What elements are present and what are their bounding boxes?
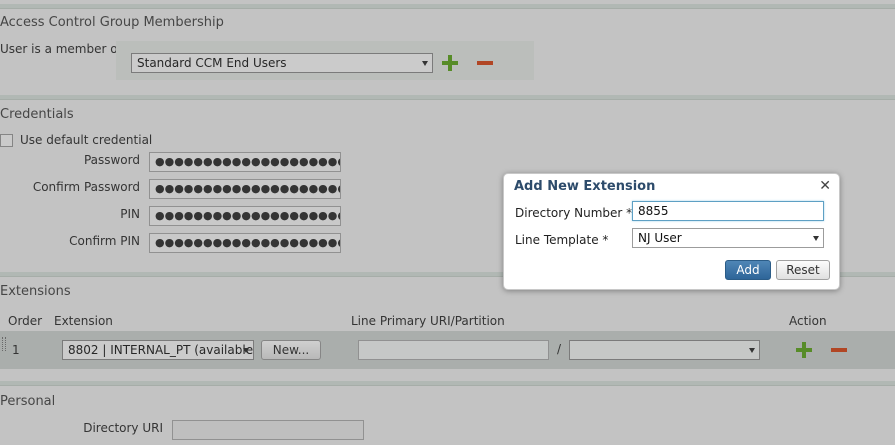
extensions-table-header: Order Extension Line Primary URI/Partiti…	[0, 313, 895, 331]
chevron-down-icon	[749, 348, 755, 353]
use-default-credential-checkbox[interactable]	[0, 134, 13, 147]
chevron-down-icon	[243, 348, 249, 353]
extension-select-value: 8802 | INTERNAL_PT (available	[68, 343, 254, 357]
drag-handle-icon[interactable]	[2, 337, 6, 351]
password-label: Password	[83, 153, 140, 167]
remove-group-minus-icon[interactable]	[477, 61, 493, 65]
remove-extension-minus-icon[interactable]	[831, 348, 847, 352]
header-uri-partition: Line Primary URI/Partition	[351, 314, 505, 328]
password-field[interactable]: ●●●●●●●●●●●●●●●●●●●●●●●●●●●●●●●	[149, 152, 341, 172]
header-order: Order	[8, 314, 43, 328]
chevron-down-icon	[813, 236, 819, 241]
line-template-label: Line Template *	[515, 233, 609, 247]
confirm-password-label: Confirm Password	[32, 180, 140, 194]
member-of-label: User is a member of:	[0, 42, 126, 56]
uri-partition-separator: /	[557, 342, 562, 356]
credentials-section-title: Credentials	[0, 107, 74, 122]
table-row: 1 8802 | INTERNAL_PT (available New... /	[0, 331, 895, 369]
directory-number-input[interactable]: 8855	[632, 201, 824, 221]
partition-select[interactable]	[569, 340, 760, 360]
add-button[interactable]: Add	[725, 260, 771, 280]
group-select-value: Standard CCM End Users	[137, 56, 287, 70]
extensions-section-title: Extensions	[0, 284, 71, 299]
row-order: 1	[12, 343, 20, 357]
directory-uri-field[interactable]	[172, 420, 364, 440]
add-new-extension-dialog: Add New Extension ✕ Directory Number * 8…	[503, 173, 840, 290]
close-icon[interactable]: ✕	[819, 179, 831, 193]
directory-number-label: Directory Number *	[515, 206, 633, 220]
section-divider	[0, 381, 895, 386]
dialog-title: Add New Extension	[514, 179, 656, 194]
extension-select[interactable]: 8802 | INTERNAL_PT (available	[62, 340, 254, 360]
use-default-credential-label: Use default credential	[20, 133, 153, 147]
confirm-password-field[interactable]: ●●●●●●●●●●●●●●●●●●●●●●●●●●●●●●●	[149, 179, 341, 199]
personal-section-title: Personal	[0, 394, 56, 409]
chevron-down-icon	[422, 61, 428, 66]
section-divider	[0, 95, 895, 100]
line-template-select[interactable]: NJ User	[632, 228, 824, 248]
confirm-pin-label: Confirm PIN	[69, 234, 140, 248]
line-template-value: NJ User	[638, 231, 682, 245]
directory-uri-label: Directory URI	[83, 421, 163, 435]
reset-button[interactable]: Reset	[776, 260, 830, 280]
line-primary-uri-input[interactable]	[358, 340, 549, 360]
pin-field[interactable]: ●●●●●●●●●●●●●●●●●●●●●●●●●●●●●●●	[149, 206, 341, 226]
header-action: Action	[789, 314, 827, 328]
add-extension-plus-icon[interactable]	[796, 342, 812, 358]
access-control-section-title: Access Control Group Membership	[0, 15, 224, 30]
new-extension-button[interactable]: New...	[261, 340, 321, 360]
header-extension: Extension	[54, 314, 113, 328]
pin-label: PIN	[120, 207, 140, 221]
section-divider	[0, 4, 895, 9]
confirm-pin-field[interactable]: ●●●●●●●●●●●●●●●●●●●●●●●●●●●●●●●	[149, 233, 341, 253]
group-select[interactable]: Standard CCM End Users	[131, 53, 433, 73]
add-group-plus-icon[interactable]	[442, 55, 458, 71]
